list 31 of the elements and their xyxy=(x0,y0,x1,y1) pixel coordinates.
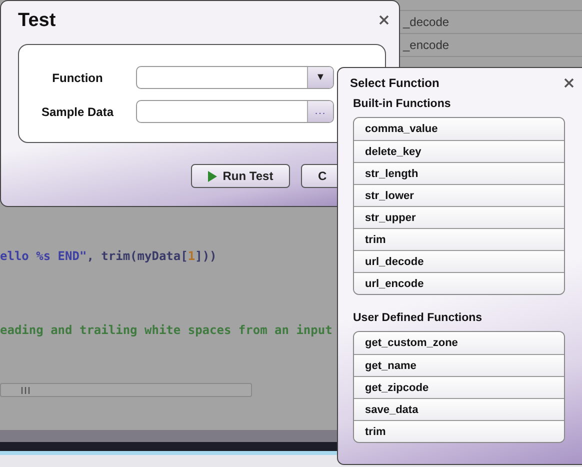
function-item[interactable]: delete_key xyxy=(354,140,564,162)
function-item[interactable]: str_upper xyxy=(354,206,564,228)
code-line: eading and trailing white spaces from an input xyxy=(0,323,332,337)
function-item[interactable]: comma_value xyxy=(354,118,564,140)
group-heading: Built-in Functions xyxy=(353,98,452,110)
close-icon[interactable] xyxy=(564,78,574,88)
browse-button[interactable]: ... xyxy=(307,101,333,122)
function-item[interactable]: url_decode xyxy=(354,250,564,272)
play-icon xyxy=(208,170,217,182)
group-heading: User Defined Functions xyxy=(353,312,484,324)
grip-icon xyxy=(21,386,30,394)
function-item[interactable]: get_name xyxy=(354,354,564,376)
close-icon[interactable] xyxy=(379,15,389,25)
popup-title: Select Function xyxy=(350,76,440,90)
function-dropdown[interactable]: ▼ xyxy=(136,66,334,89)
function-item[interactable]: trim xyxy=(354,228,564,250)
sample-data-field[interactable]: ... xyxy=(136,100,334,123)
function-item[interactable]: save_data xyxy=(354,398,564,420)
code-line: ello %s END", trim(myData[1])) xyxy=(0,249,218,263)
function-item[interactable]: str_lower xyxy=(354,184,564,206)
dropdown-button[interactable]: ▼ xyxy=(307,67,333,88)
function-item[interactable]: trim xyxy=(354,420,564,442)
field-label: Sample Data xyxy=(40,104,115,118)
function-item[interactable]: get_custom_zone xyxy=(354,332,564,354)
function-item[interactable]: str_length xyxy=(354,162,564,184)
run-test-button[interactable]: Run Test xyxy=(191,164,290,188)
scrollbar-thumb[interactable] xyxy=(0,383,252,397)
function-item[interactable]: url_encode xyxy=(354,272,564,294)
function-item[interactable]: get_zipcode xyxy=(354,376,564,398)
dialog-title: Test xyxy=(18,10,56,32)
field-label: Function xyxy=(51,70,104,84)
